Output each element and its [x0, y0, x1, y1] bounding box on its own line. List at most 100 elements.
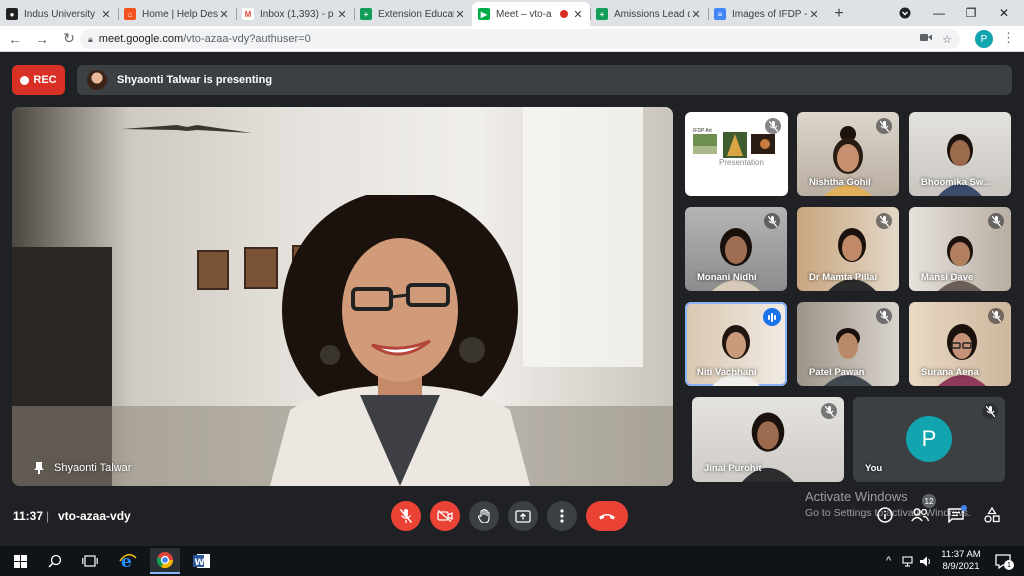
present-screen-icon	[515, 509, 531, 523]
presenter-avatar	[87, 70, 107, 90]
tab-meet[interactable]: ▶ Meet – vto-a ✕	[472, 2, 590, 26]
sheets-favicon: +	[596, 8, 608, 20]
docs-favicon: ≡	[714, 8, 726, 20]
browser-menu-icon[interactable]: ⋮	[1002, 30, 1015, 46]
mic-toggle-button[interactable]	[391, 501, 421, 531]
tab-admissions-lead[interactable]: + Amissions Lead d ✕	[590, 2, 708, 26]
meeting-time: 11:37	[13, 509, 44, 523]
restore-icon[interactable]: ❐	[955, 0, 987, 26]
meeting-details-icon[interactable]	[875, 505, 895, 525]
new-tab-button[interactable]: +	[826, 2, 852, 26]
taskbar-clock[interactable]: 11:37 AM 8/9/2021	[936, 549, 986, 573]
volume-icon[interactable]	[920, 546, 932, 576]
reload-icon[interactable]: ↻	[57, 27, 81, 51]
tab-images-ifdp[interactable]: ≡ Images of IFDP - ✕	[708, 2, 826, 26]
participant-name: Monani Nidhi	[697, 272, 757, 283]
people-icon[interactable]	[910, 505, 930, 525]
raise-hand-button[interactable]	[469, 501, 499, 531]
tab-gmail[interactable]: M Inbox (1,393) - p ✕	[236, 2, 354, 26]
speaking-indicator-icon	[763, 308, 781, 326]
windows-start-icon[interactable]	[5, 550, 35, 572]
camera-permission-icon[interactable]	[920, 33, 933, 45]
tab-search-icon[interactable]	[889, 0, 921, 26]
self-avatar: P	[906, 416, 952, 462]
pin-icon[interactable]	[34, 462, 44, 474]
mic-off-icon	[876, 308, 892, 324]
meet-favicon: ▶	[478, 8, 490, 20]
tab-title: Home | Help Desk	[142, 8, 218, 20]
wall-frame-image	[197, 250, 229, 290]
participant-tile[interactable]: Dr Mamta Pillai	[797, 207, 899, 291]
meeting-separator: |	[46, 509, 50, 523]
recording-badge[interactable]: REC	[12, 65, 65, 95]
activate-windows-title: Activate Windows	[805, 489, 908, 504]
taskbar-time: 11:37 AM	[941, 549, 981, 560]
tab-title: Indus University	[24, 8, 96, 20]
tab-title: Inbox (1,393) - p	[260, 8, 334, 20]
tab-title: Extension Educat	[378, 8, 454, 20]
internet-explorer-icon[interactable]: e	[113, 550, 143, 572]
record-dot-icon	[20, 75, 30, 85]
unread-chat-dot	[961, 505, 967, 511]
participant-tile[interactable]: Mansi Dave	[909, 207, 1011, 291]
participant-name: Nishtha Gohil	[809, 177, 871, 188]
main-speaker-video[interactable]: Shyaonti Talwar	[12, 107, 673, 486]
rec-label: REC	[33, 74, 57, 86]
close-tab-icon[interactable]: ✕	[336, 8, 348, 21]
close-tab-icon[interactable]: ✕	[808, 8, 820, 21]
participant-tile-presentation[interactable]: IFDP Art Presentation	[685, 112, 788, 196]
slide-caption: Presentation	[719, 158, 764, 167]
task-view-icon[interactable]	[75, 550, 105, 572]
ceiling-fan-image	[122, 125, 252, 133]
tab-title: Images of IFDP -	[732, 8, 808, 20]
close-window-icon[interactable]: ✕	[988, 0, 1020, 26]
hang-up-icon	[599, 514, 615, 520]
close-tab-icon[interactable]: ✕	[100, 8, 112, 21]
bookmark-star-icon[interactable]: ☆	[942, 33, 952, 46]
forward-icon[interactable]: →	[30, 27, 54, 51]
participant-tile[interactable]: Bhoomika Sw...	[909, 112, 1011, 196]
close-tab-icon[interactable]: ✕	[690, 8, 702, 21]
address-bar[interactable]: 🔒︎ meet.google.com/vto-azaa-vdy?authuser…	[80, 29, 960, 49]
windows-taskbar: e W ^ 11:37 AM 8/9/2021 1	[0, 546, 1024, 576]
tab-indus-university[interactable]: ● Indus University ✕	[0, 2, 118, 26]
more-options-icon	[560, 509, 564, 523]
mic-off-icon	[400, 509, 412, 523]
participant-tile-you[interactable]: P You	[853, 397, 1005, 482]
mic-off-icon	[764, 213, 780, 229]
participant-tile[interactable]: Nishtha Gohil	[797, 112, 899, 196]
minimize-icon[interactable]: —	[923, 0, 955, 26]
svg-text:W: W	[195, 558, 205, 568]
notification-count: 1	[1004, 560, 1014, 570]
close-tab-icon[interactable]: ✕	[572, 8, 584, 21]
activities-icon[interactable]	[982, 505, 1002, 525]
participant-tile-speaking[interactable]: Niti Vachhani	[685, 302, 787, 386]
word-icon[interactable]: W	[187, 550, 217, 572]
lock-icon: 🔒︎	[88, 33, 93, 44]
raise-hand-icon	[477, 509, 490, 523]
recording-indicator-icon	[560, 10, 568, 18]
back-icon[interactable]: ←	[3, 27, 27, 51]
show-hidden-icons-icon[interactable]: ^	[886, 546, 891, 576]
search-icon[interactable]	[40, 550, 70, 572]
meeting-code: vto-azaa-vdy	[58, 509, 131, 523]
tab-extension-education[interactable]: + Extension Educat ✕	[354, 2, 472, 26]
tab-help-desk[interactable]: ⌂ Home | Help Desk ✕	[118, 2, 236, 26]
close-tab-icon[interactable]: ✕	[218, 8, 230, 21]
participant-tile[interactable]: Jinal Purohit	[692, 397, 844, 482]
mic-off-icon	[988, 308, 1004, 324]
present-screen-button[interactable]	[508, 501, 538, 531]
profile-avatar[interactable]: P	[975, 30, 993, 48]
sheets-favicon: +	[360, 8, 372, 20]
more-options-button[interactable]	[547, 501, 577, 531]
network-icon[interactable]	[902, 546, 915, 576]
close-tab-icon[interactable]: ✕	[454, 8, 466, 21]
main-speaker-name: Shyaonti Talwar	[54, 462, 132, 474]
participant-tile[interactable]: Monani Nidhi	[685, 207, 787, 291]
leave-call-button[interactable]	[586, 501, 628, 531]
browser-tab-strip: ● Indus University ✕ ⌂ Home | Help Desk …	[0, 0, 1024, 26]
chrome-icon[interactable]	[150, 548, 180, 574]
participant-tile[interactable]: Surana Aena	[909, 302, 1011, 386]
participant-tile[interactable]: Patel Pawan	[797, 302, 899, 386]
camera-toggle-button[interactable]	[430, 501, 460, 531]
